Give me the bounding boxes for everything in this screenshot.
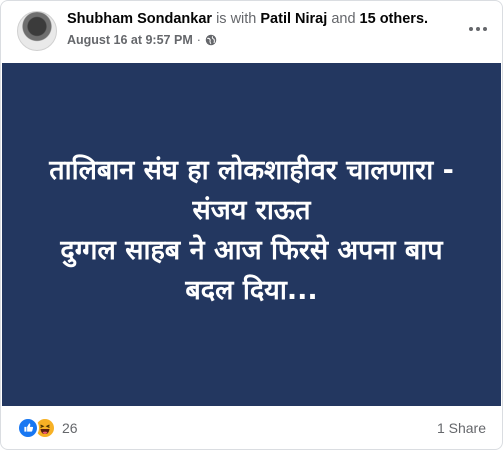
image-text-line-4: बदल दिया... xyxy=(185,274,318,306)
share-count[interactable]: 1 Share xyxy=(437,420,486,436)
author-name[interactable]: Shubham Sondankar xyxy=(67,11,212,27)
post-footer: 26 1 Share xyxy=(1,406,502,449)
more-options-icon[interactable] xyxy=(466,17,490,41)
post-header: Shubham Sondankar is with Patil Niraj an… xyxy=(1,1,502,63)
others-link[interactable]: 15 others. xyxy=(360,11,429,27)
post-timestamp[interactable]: August 16 at 9:57 PM xyxy=(67,33,193,47)
with-text: is with xyxy=(216,11,257,27)
reaction-count: 26 xyxy=(62,419,78,436)
post-image[interactable]: तालिबान संघ हा लोकशाहीवर चालणारा - संजय … xyxy=(2,63,501,406)
post-meta: August 16 at 9:57 PM · xyxy=(67,33,217,47)
and-text: and xyxy=(331,11,356,27)
image-text-line-3: दुग्गल साहब ने आज फिरसे अपना बाप xyxy=(60,234,443,266)
globe-icon[interactable] xyxy=(205,34,217,46)
post-card: Shubham Sondankar is with Patil Niraj an… xyxy=(0,0,503,450)
avatar[interactable] xyxy=(17,11,57,51)
post-image-text: तालिबान संघ हा लोकशाहीवर चालणारा - संजय … xyxy=(49,151,454,311)
meta-separator: · xyxy=(196,33,201,47)
like-icon xyxy=(17,416,39,439)
post-author-line: Shubham Sondankar is with Patil Niraj an… xyxy=(67,11,428,27)
image-text-line-1: तालिबान संघ हा लोकशाहीवर चालणारा - xyxy=(49,154,454,186)
reactions-summary[interactable]: 26 xyxy=(17,416,78,439)
tagged-person[interactable]: Patil Niraj xyxy=(260,11,327,27)
image-text-line-2: संजय राऊत xyxy=(192,194,311,226)
